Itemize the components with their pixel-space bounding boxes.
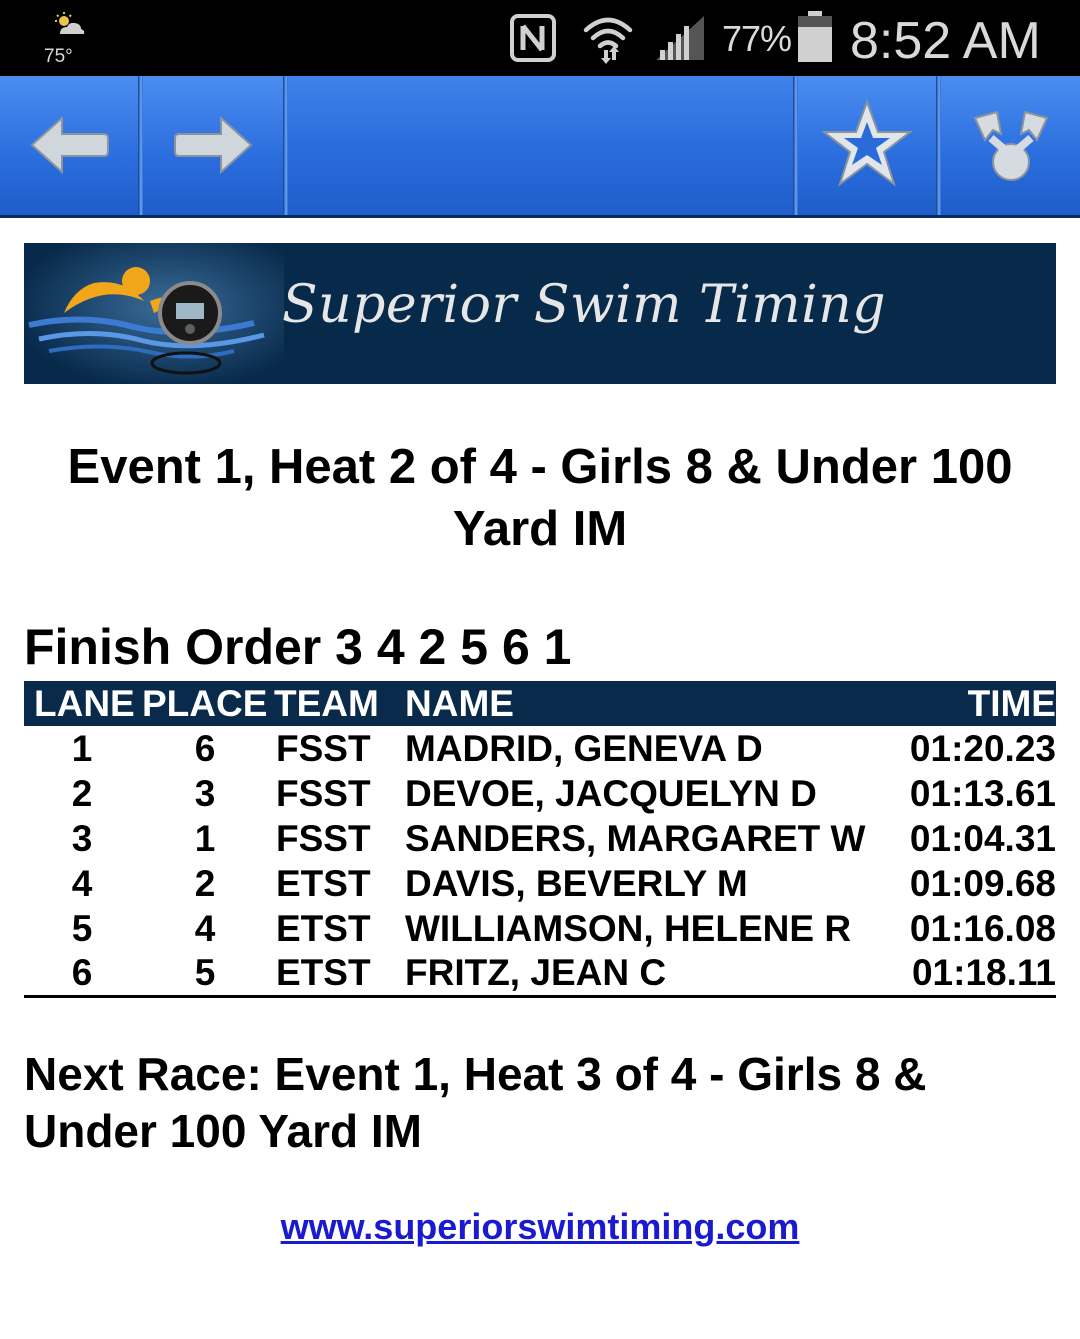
- star-icon: [821, 99, 913, 187]
- toolbar-empty-area: [288, 76, 793, 215]
- share-button[interactable]: [941, 76, 1080, 215]
- cell-name: MADRID, GENEVA D: [405, 727, 763, 769]
- results-table: LANE PLACE TEAM NAME TIME 1 6 FSST MADRI…: [24, 681, 1056, 998]
- forward-button[interactable]: [143, 76, 283, 215]
- website-link[interactable]: www.superiorswimtiming.com: [0, 1206, 1080, 1248]
- event-title: Event 1, Heat 2 of 4 - Girls 8 & Under 1…: [67, 440, 1013, 556]
- cell-name: DAVIS, BEVERLY M: [405, 862, 748, 904]
- cell-team: ETST: [270, 951, 405, 998]
- share-icon: [973, 110, 1049, 181]
- cell-time: 01:18.11: [875, 951, 1056, 998]
- cell-signal-icon: [656, 16, 704, 60]
- cell-time: 01:16.08: [909, 907, 1056, 949]
- table-row: 1 6 FSST MADRID, GENEVA D 01:20.23: [24, 726, 1056, 771]
- cell-team: FSST: [276, 772, 371, 814]
- partly-cloudy-icon: [55, 12, 85, 34]
- table-row: 6 5 ETST FRITZ, JEAN C 01:18.11: [24, 951, 1056, 998]
- cell-lane: 3: [71, 817, 93, 859]
- browser-toolbar: [0, 76, 1080, 218]
- swimmer-stopwatch-logo: [24, 243, 284, 384]
- header-team: TEAM: [274, 682, 379, 724]
- weather-temperature: 75°: [44, 46, 73, 67]
- header-place: PLACE: [142, 682, 268, 724]
- results-header-row: LANE PLACE TEAM NAME TIME: [24, 681, 1056, 726]
- table-row: 3 1 FSST SANDERS, MARGARET W 01:04.31: [24, 816, 1056, 861]
- header-name: NAME: [405, 682, 514, 724]
- cell-place: 3: [194, 772, 216, 814]
- cell-place: 2: [194, 862, 216, 904]
- battery-percentage: 77%: [722, 18, 792, 59]
- cell-name: SANDERS, MARGARET W: [405, 817, 866, 859]
- arrow-left-icon: [30, 115, 109, 175]
- site-banner: Superior Swim Timing: [24, 243, 1056, 384]
- table-row: 2 3 FSST DEVOE, JACQUELYN D 01:13.61: [24, 771, 1056, 816]
- wifi-icon: [583, 17, 633, 64]
- cell-time: 01:20.23: [909, 727, 1056, 769]
- banner-title: Superior Swim Timing: [282, 275, 886, 335]
- cell-lane: 6: [24, 951, 140, 998]
- cell-lane: 1: [71, 727, 93, 769]
- status-bar: 75° 77% 8:52 AM: [0, 0, 1080, 76]
- next-race: Next Race: Event 1, Heat 3 of 4 - Girls …: [24, 1048, 927, 1157]
- cell-name: DEVOE, JACQUELYN D: [405, 772, 817, 814]
- cell-lane: 4: [71, 862, 93, 904]
- cell-time: 01:13.61: [909, 772, 1056, 814]
- status-clock: 8:52 AM: [850, 12, 1041, 70]
- cell-time: 01:04.31: [909, 817, 1056, 859]
- cell-team: ETST: [276, 907, 371, 949]
- arrow-right-icon: [174, 115, 253, 175]
- cell-place: 4: [194, 907, 216, 949]
- battery-icon: [798, 11, 832, 62]
- cell-team: ETST: [276, 862, 371, 904]
- weather-widget[interactable]: 75°: [44, 10, 88, 67]
- cell-name: FRITZ, JEAN C: [405, 951, 875, 998]
- cell-lane: 2: [71, 772, 93, 814]
- header-time: TIME: [967, 682, 1056, 724]
- cell-place: 5: [140, 951, 270, 998]
- cell-team: FSST: [276, 817, 371, 859]
- table-row: 4 2 ETST DAVIS, BEVERLY M 01:09.68: [24, 861, 1056, 906]
- cell-time: 01:09.68: [909, 862, 1056, 904]
- cell-name: WILLIAMSON, HELENE R: [405, 907, 852, 949]
- cell-place: 1: [194, 817, 216, 859]
- favorite-button[interactable]: [798, 76, 936, 215]
- table-row: 5 4 ETST WILLIAMSON, HELENE R 01:16.08: [24, 906, 1056, 951]
- back-button[interactable]: [0, 76, 138, 215]
- nfc-icon: [510, 14, 556, 62]
- cell-team: FSST: [276, 727, 371, 769]
- cell-lane: 5: [71, 907, 93, 949]
- header-lane: LANE: [34, 682, 135, 724]
- cell-place: 6: [194, 727, 216, 769]
- finish-order: Finish Order 3 4 2 5 6 1: [24, 619, 572, 675]
